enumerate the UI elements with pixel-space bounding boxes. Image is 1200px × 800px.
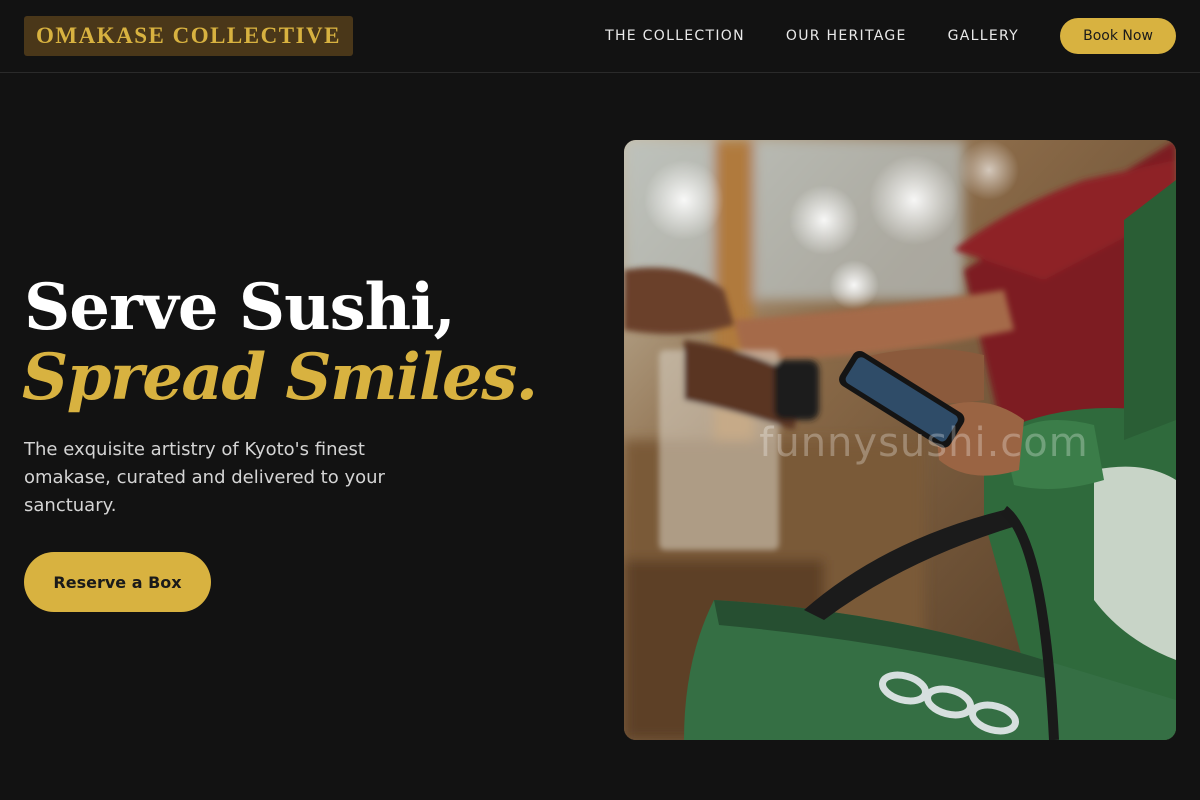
site-header: OMAKASE COLLECTIVE THE COLLECTION OUR HE…	[0, 0, 1200, 73]
nav-link-gallery[interactable]: GALLERY	[948, 28, 1019, 44]
main-nav: THE COLLECTION OUR HERITAGE GALLERY Book…	[605, 18, 1176, 54]
hero-title-line-2: Spread Smiles.	[22, 340, 538, 415]
book-now-button[interactable]: Book Now	[1060, 18, 1176, 54]
hero-photo: funnysushi.com	[624, 140, 1176, 740]
image-watermark: funnysushi.com	[759, 420, 1089, 466]
nav-link-collection[interactable]: THE COLLECTION	[605, 28, 745, 44]
brand-logo[interactable]: OMAKASE COLLECTIVE	[24, 16, 353, 56]
hero-description: The exquisite artistry of Kyoto's finest…	[24, 439, 385, 516]
hero-title-line-1: Serve Sushi,	[24, 270, 456, 345]
reserve-box-button[interactable]: Reserve a Box	[24, 552, 211, 612]
nav-link-heritage[interactable]: OUR HERITAGE	[786, 28, 907, 44]
